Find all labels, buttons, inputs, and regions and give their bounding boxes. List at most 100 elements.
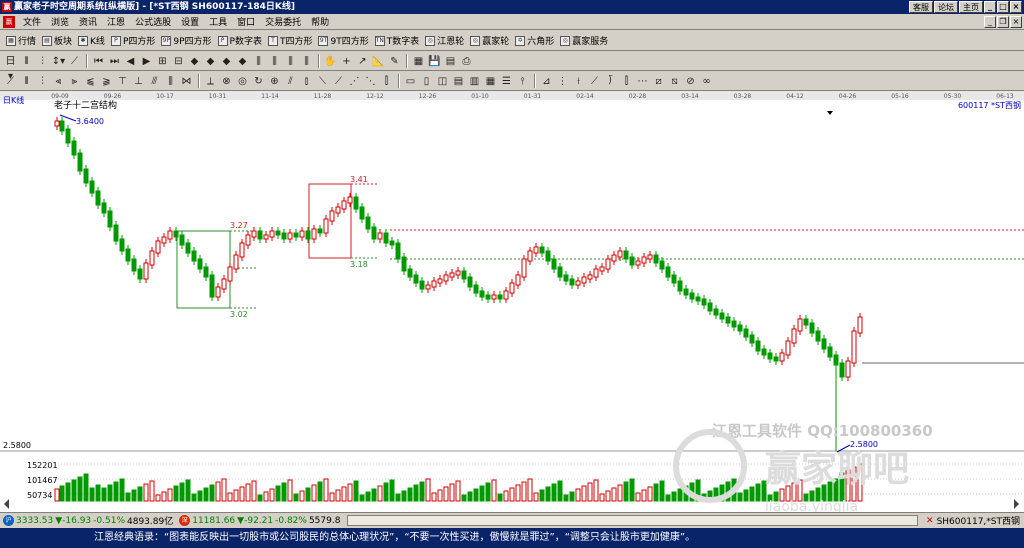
- kline-chart[interactable]: 09-09 09-26 10-17 10-31 11-14 11-28 12-12 12-26…: [0, 91, 1024, 512]
- print-icon[interactable]: ⎙: [459, 54, 474, 69]
- close-icon[interactable]: ×: [1010, 1, 1022, 13]
- cycle2-icon[interactable]: ⫼: [267, 54, 282, 69]
- toolbar-button-6[interactable]: T T四方形: [265, 34, 316, 47]
- last-icon[interactable]: ⏭: [107, 54, 122, 69]
- draw-tool-3-icon[interactable]: ⫷: [51, 74, 66, 89]
- toolbar-button-4[interactable]: 9P 9P四方形: [158, 34, 214, 47]
- draw-tool-23-icon[interactable]: ⫿: [379, 74, 394, 89]
- forum-link[interactable]: 论坛: [934, 1, 958, 13]
- draw-tool-13-icon[interactable]: ⊗: [219, 74, 234, 89]
- draw-tool-19-icon[interactable]: ⟍: [315, 74, 330, 89]
- toolbar-button-5[interactable]: P P数字表: [215, 34, 265, 47]
- toolbar-button-10[interactable]: ◎ 赢家轮: [467, 34, 512, 47]
- toolbar-button-7[interactable]: 9T 9T四方形: [315, 34, 371, 47]
- maximize-icon[interactable]: □: [997, 1, 1009, 13]
- draw-tool-33-icon[interactable]: ⋮: [555, 74, 570, 89]
- toolbar-button-0[interactable]: ▦ 行情: [3, 34, 39, 47]
- draw-icon[interactable]: ✎: [387, 54, 402, 69]
- draw-tool-26-icon[interactable]: ◫: [435, 74, 450, 89]
- menu-trade[interactable]: 交易委托: [260, 15, 306, 28]
- draw-tool-40-icon[interactable]: ⧅: [667, 74, 682, 89]
- draw-tool-32-icon[interactable]: ⊿: [539, 74, 554, 89]
- line-type-icon[interactable]: ⫴: [19, 54, 34, 69]
- draw-tool-34-icon[interactable]: ⟊: [571, 74, 586, 89]
- child-close-icon[interactable]: ×: [1010, 15, 1022, 28]
- child-restore-icon[interactable]: ❐: [997, 15, 1009, 28]
- candle-style-icon[interactable]: ⫶: [35, 54, 50, 69]
- toolbar-button-1[interactable]: ▤ 板块: [39, 34, 75, 47]
- draw-tool-22-icon[interactable]: ⋱: [363, 74, 378, 89]
- draw-tool-37-icon[interactable]: ⫿: [619, 74, 634, 89]
- zoom-out-icon[interactable]: ⊟: [171, 54, 186, 69]
- draw-tool-31-icon[interactable]: ⫯: [515, 74, 530, 89]
- draw-tool-10-icon[interactable]: ⫼: [163, 74, 178, 89]
- arrow-icon[interactable]: ↗: [355, 54, 370, 69]
- draw-tool-42-icon[interactable]: ∞: [699, 74, 714, 89]
- toolbar-button-3[interactable]: P P四方形: [108, 34, 158, 47]
- kline-chart-area[interactable]: 09-09 09-26 10-17 10-31 11-14 11-28 12-12 12-26…: [0, 91, 1024, 512]
- draw-tool-16-icon[interactable]: ⊕: [267, 74, 282, 89]
- crosshair-icon[interactable]: +: [339, 54, 354, 69]
- sz-index-panel[interactable]: 深 11181.66 ▼-92.21 -0.82% 5579.8: [176, 515, 343, 526]
- menu-gann[interactable]: 江恩: [102, 15, 130, 28]
- toolbar-button-8[interactable]: TN T数字表: [372, 34, 423, 47]
- draw-tool-6-icon[interactable]: ⫺: [99, 74, 114, 89]
- draw-tool-7-icon[interactable]: ⊤: [115, 74, 130, 89]
- ruler-icon[interactable]: 📐: [371, 54, 386, 69]
- table-icon[interactable]: ▤: [443, 54, 458, 69]
- prev-icon[interactable]: ◀: [123, 54, 138, 69]
- draw-tool-38-icon[interactable]: ⋯: [635, 74, 650, 89]
- draw-tool-14-icon[interactable]: ◎: [235, 74, 250, 89]
- diamond3-icon[interactable]: ◆: [219, 54, 234, 69]
- zoom-in-icon[interactable]: ⊞: [155, 54, 170, 69]
- draw-tool-1-icon[interactable]: ⫴: [19, 74, 34, 89]
- menu-window[interactable]: 窗口: [232, 15, 260, 28]
- draw-tool-39-icon[interactable]: ⧄: [651, 74, 666, 89]
- toolbar-button-12[interactable]: ◎ 赢家服务: [557, 34, 611, 47]
- calc-icon[interactable]: ▦: [411, 54, 426, 69]
- menu-info[interactable]: 资讯: [74, 15, 102, 28]
- draw-tool-20-icon[interactable]: ⟋: [331, 74, 346, 89]
- cycle4-icon[interactable]: ⫼: [299, 54, 314, 69]
- draw-tool-15-icon[interactable]: ↻: [251, 74, 266, 89]
- draw-tool-27-icon[interactable]: ▤: [451, 74, 466, 89]
- first-icon[interactable]: ⏮: [91, 54, 106, 69]
- draw-tool-17-icon[interactable]: ⫽: [283, 74, 298, 89]
- draw-tool-2-icon[interactable]: ⫶: [35, 74, 50, 89]
- status-scrollbar[interactable]: [347, 515, 919, 526]
- toolbar-button-9[interactable]: ◎ 江恩轮: [422, 34, 467, 47]
- draw-tool-4-icon[interactable]: ⫸: [67, 74, 82, 89]
- draw-tool-0-icon[interactable]: ⟋: [3, 74, 18, 89]
- menu-tools[interactable]: 工具: [204, 15, 232, 28]
- draw-tool-8-icon[interactable]: ⊥: [131, 74, 146, 89]
- draw-tool-24-icon[interactable]: ▭: [403, 74, 418, 89]
- service-link[interactable]: 客服: [909, 1, 933, 13]
- menu-file[interactable]: 文件: [18, 15, 46, 28]
- period-select-icon[interactable]: 日▾: [3, 54, 18, 82]
- draw-tool-41-icon[interactable]: ⊘: [683, 74, 698, 89]
- cycle1-icon[interactable]: ⫼: [251, 54, 266, 69]
- draw-tool-5-icon[interactable]: ⫹: [83, 74, 98, 89]
- draw-tool-28-icon[interactable]: ▥: [467, 74, 482, 89]
- draw-tool-25-icon[interactable]: ▯: [419, 74, 434, 89]
- menu-formula-select[interactable]: 公式选股: [130, 15, 176, 28]
- menu-settings[interactable]: 设置: [176, 15, 204, 28]
- sh-index-panel[interactable]: 沪 3333.53 ▼-16.93 -0.51% 4893.89亿: [0, 514, 176, 527]
- diamond1-icon[interactable]: ◆: [187, 54, 202, 69]
- draw-tool-18-icon[interactable]: ⫾: [299, 74, 314, 89]
- gann-fan-icon[interactable]: ⟋: [67, 54, 82, 69]
- save-icon[interactable]: 💾: [427, 54, 442, 69]
- minimize-icon[interactable]: _: [984, 1, 996, 13]
- draw-tool-30-icon[interactable]: ☰: [499, 74, 514, 89]
- toolbar-button-11[interactable]: ✡ 六角形: [512, 34, 557, 47]
- diamond4-icon[interactable]: ◆: [235, 54, 250, 69]
- draw-tool-21-icon[interactable]: ⋰: [347, 74, 362, 89]
- draw-tool-35-icon[interactable]: ⟋: [587, 74, 602, 89]
- draw-tool-11-icon[interactable]: ⋈: [179, 74, 194, 89]
- next-icon[interactable]: ▶: [139, 54, 154, 69]
- draw-tool-36-icon[interactable]: ⟌: [603, 74, 618, 89]
- draw-tool-29-icon[interactable]: ▦: [483, 74, 498, 89]
- bar-type-icon[interactable]: ↕▾: [51, 54, 66, 69]
- hand-icon[interactable]: ✋: [323, 54, 338, 69]
- homepage-link[interactable]: 主页: [959, 1, 983, 13]
